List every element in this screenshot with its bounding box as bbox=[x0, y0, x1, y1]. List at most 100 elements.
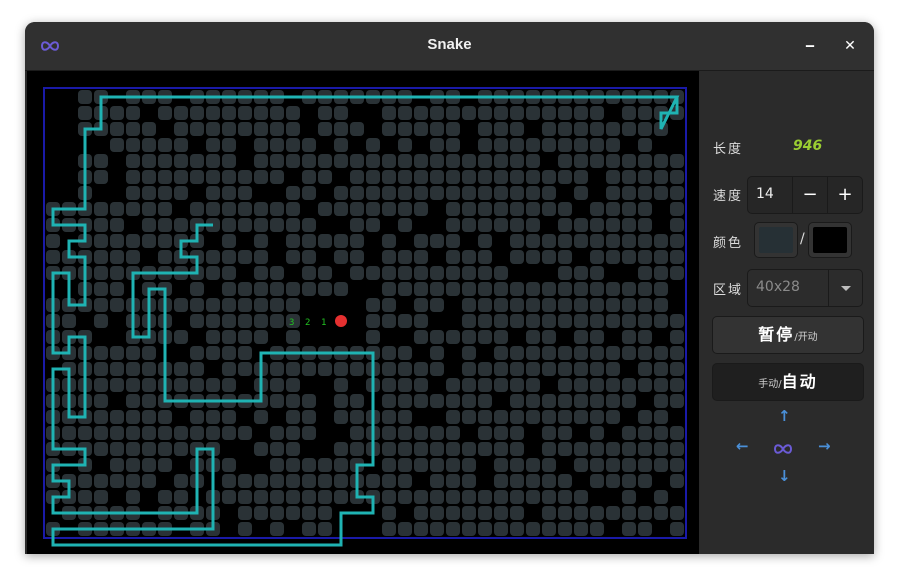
snake-segment bbox=[638, 122, 652, 136]
snake-segment bbox=[574, 170, 588, 184]
snake-segment bbox=[414, 202, 428, 216]
snake-segment bbox=[110, 234, 124, 248]
snake-segment bbox=[590, 458, 604, 472]
snake-segment bbox=[222, 282, 236, 296]
snake-segment bbox=[510, 298, 524, 312]
snake-segment bbox=[526, 218, 540, 232]
close-button[interactable]: ✕ bbox=[839, 35, 861, 57]
speed-decrease-button[interactable]: − bbox=[792, 177, 827, 213]
snake-segment bbox=[142, 234, 156, 248]
snake-segment bbox=[430, 138, 444, 152]
snake-segment bbox=[270, 122, 284, 136]
snake-segment bbox=[222, 490, 236, 504]
snake-segment bbox=[350, 266, 364, 280]
snake-segment bbox=[270, 106, 284, 120]
snake-segment bbox=[510, 458, 524, 472]
snake-segment bbox=[542, 138, 556, 152]
snake-segment bbox=[494, 506, 508, 520]
snake-segment bbox=[430, 442, 444, 456]
snake-segment bbox=[510, 378, 524, 392]
snake-segment bbox=[558, 522, 572, 536]
pause-button[interactable]: 暂停/开动 bbox=[712, 316, 864, 354]
snake-segment bbox=[446, 154, 460, 168]
snake-segment bbox=[574, 394, 588, 408]
snake-segment bbox=[478, 218, 492, 232]
snake-segment bbox=[590, 202, 604, 216]
snake-segment bbox=[398, 186, 412, 200]
snake-segment bbox=[382, 378, 396, 392]
snake-segment bbox=[94, 218, 108, 232]
snake-segment bbox=[670, 522, 684, 536]
snake-segment bbox=[670, 346, 684, 360]
snake-segment bbox=[126, 394, 140, 408]
snake-segment bbox=[462, 522, 476, 536]
snake-segment bbox=[558, 490, 572, 504]
snake-segment bbox=[606, 442, 620, 456]
snake-segment bbox=[238, 250, 252, 264]
snake-segment bbox=[398, 154, 412, 168]
snake-segment bbox=[478, 426, 492, 440]
snake-segment bbox=[350, 218, 364, 232]
snake-segment bbox=[94, 250, 108, 264]
snake-segment bbox=[574, 298, 588, 312]
snake-segment bbox=[286, 122, 300, 136]
snake-segment bbox=[142, 362, 156, 376]
infinity-icon[interactable] bbox=[769, 440, 797, 458]
snake-segment bbox=[318, 266, 332, 280]
snake-segment bbox=[638, 186, 652, 200]
snake-segment bbox=[142, 394, 156, 408]
down-arrow-button[interactable]: ↓ bbox=[778, 467, 791, 485]
snake-segment bbox=[398, 122, 412, 136]
snake-segment bbox=[558, 314, 572, 328]
mode-button[interactable]: 手动/自动 bbox=[712, 363, 864, 401]
snake-segment bbox=[382, 458, 396, 472]
snake-segment bbox=[542, 394, 556, 408]
snake-segment bbox=[206, 170, 220, 184]
left-arrow-button[interactable]: ← bbox=[736, 437, 749, 455]
snake-segment bbox=[398, 218, 412, 232]
snake-segment bbox=[334, 138, 348, 152]
minimize-button[interactable]: ‒ bbox=[799, 35, 821, 57]
snake-segment bbox=[270, 314, 284, 328]
snake-segment bbox=[494, 202, 508, 216]
background-color-button[interactable] bbox=[808, 222, 852, 258]
snake-segment bbox=[526, 362, 540, 376]
snake-color-button[interactable] bbox=[754, 222, 798, 258]
speed-spinner[interactable]: 14 − + bbox=[747, 176, 863, 214]
right-arrow-button[interactable]: → bbox=[818, 437, 831, 455]
snake-segment bbox=[542, 202, 556, 216]
snake-segment bbox=[590, 362, 604, 376]
area-select[interactable]: 40x28 bbox=[747, 269, 863, 307]
snake-segment bbox=[414, 282, 428, 296]
snake-segment bbox=[158, 250, 172, 264]
snake-segment bbox=[606, 170, 620, 184]
snake-segment bbox=[222, 266, 236, 280]
chevron-down-icon[interactable] bbox=[828, 270, 863, 306]
game-board[interactable]: 3 2 1 bbox=[27, 71, 699, 554]
speed-increase-button[interactable]: + bbox=[827, 177, 862, 213]
snake-segment bbox=[542, 122, 556, 136]
snake-segment bbox=[270, 474, 284, 488]
snake-segment bbox=[382, 202, 396, 216]
pause-label: 暂停 bbox=[758, 325, 795, 344]
up-arrow-button[interactable]: ↑ bbox=[778, 407, 791, 425]
snake-segment bbox=[238, 506, 252, 520]
snake-segment bbox=[334, 122, 348, 136]
snake-segment bbox=[334, 202, 348, 216]
snake-segment bbox=[158, 218, 172, 232]
snake-segment bbox=[670, 378, 684, 392]
speed-value[interactable]: 14 bbox=[756, 186, 774, 202]
snake-segment bbox=[254, 202, 268, 216]
game-canvas[interactable]: 3 2 1 bbox=[27, 71, 699, 554]
snake-segment bbox=[590, 234, 604, 248]
snake-segment bbox=[350, 362, 364, 376]
title-bar[interactable]: Snake ‒ ✕ bbox=[25, 22, 874, 71]
snake-segment bbox=[558, 378, 572, 392]
snake-segment bbox=[350, 202, 364, 216]
snake-segment bbox=[318, 458, 332, 472]
snake-segment bbox=[382, 362, 396, 376]
snake-segment bbox=[574, 314, 588, 328]
snake-segment bbox=[142, 346, 156, 360]
snake-color-swatch bbox=[759, 227, 793, 253]
snake-segment bbox=[558, 122, 572, 136]
